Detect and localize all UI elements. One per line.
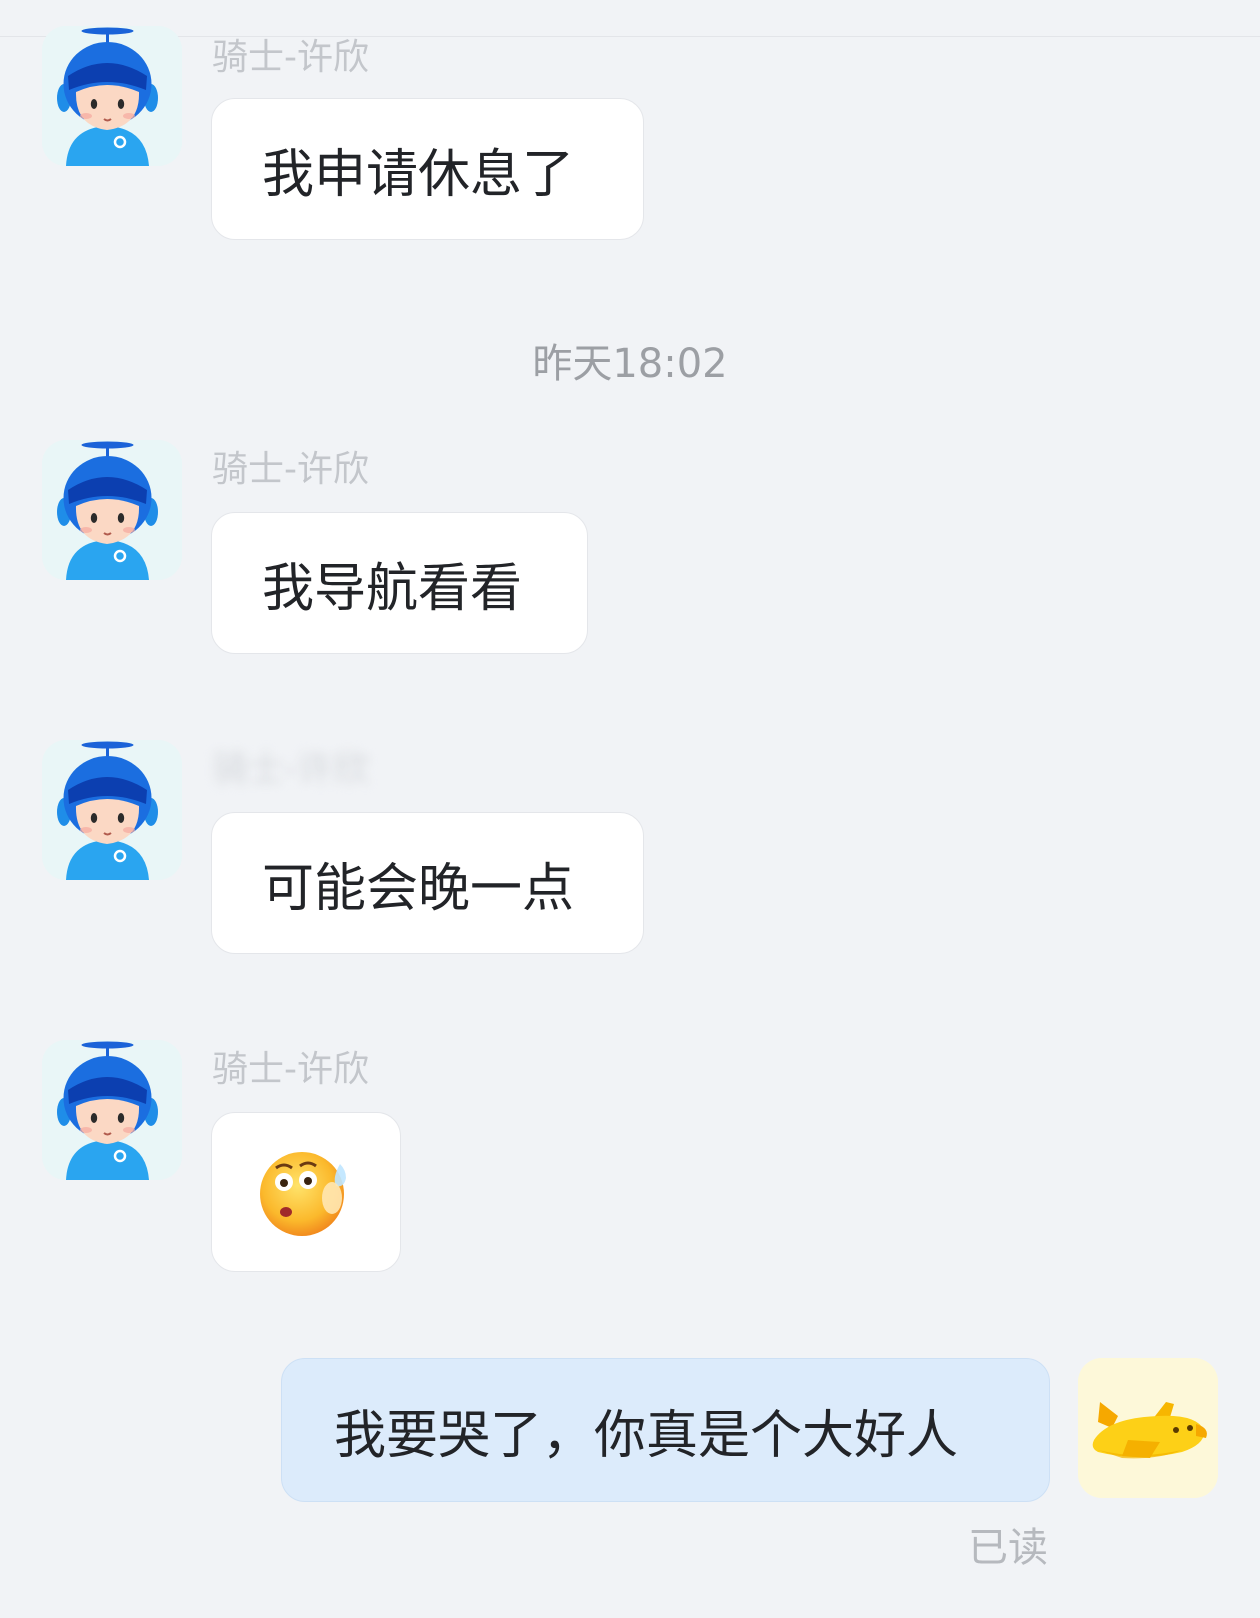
flushed-sweat-emoji-icon [260, 1152, 346, 1236]
message-bubble[interactable]: 我导航看看 [211, 512, 588, 654]
message-text: 我申请休息了 [262, 144, 575, 205]
timestamp: 昨天18:02 [532, 341, 728, 387]
sender-name: 骑士-许欣 [212, 749, 369, 790]
rider-mascot-icon[interactable] [42, 26, 182, 166]
my-message-bubble[interactable]: 我要哭了，你真是个大好人 [281, 1358, 1050, 1502]
read-status: 已读 [968, 1525, 1048, 1571]
sender-name: 骑士-许欣 [212, 449, 369, 490]
rider-mascot-icon[interactable] [42, 740, 182, 880]
rider-mascot-icon[interactable] [42, 440, 182, 580]
message-text: 我要哭了，你真是个大好人 [334, 1405, 959, 1466]
message-text: 我导航看看 [262, 558, 523, 619]
rider-mascot-icon[interactable] [42, 1040, 182, 1180]
emoji-message-bubble[interactable] [211, 1112, 401, 1272]
sender-name: 骑士-许欣 [212, 1049, 369, 1090]
message-text: 可能会晚一点 [262, 858, 575, 919]
message-bubble[interactable]: 可能会晚一点 [211, 812, 644, 954]
message-bubble[interactable]: 我申请休息了 [211, 98, 644, 240]
sender-name: 骑士-许欣 [212, 37, 369, 78]
top-divider [0, 36, 1260, 37]
yellow-airplane-icon[interactable] [1078, 1358, 1218, 1498]
